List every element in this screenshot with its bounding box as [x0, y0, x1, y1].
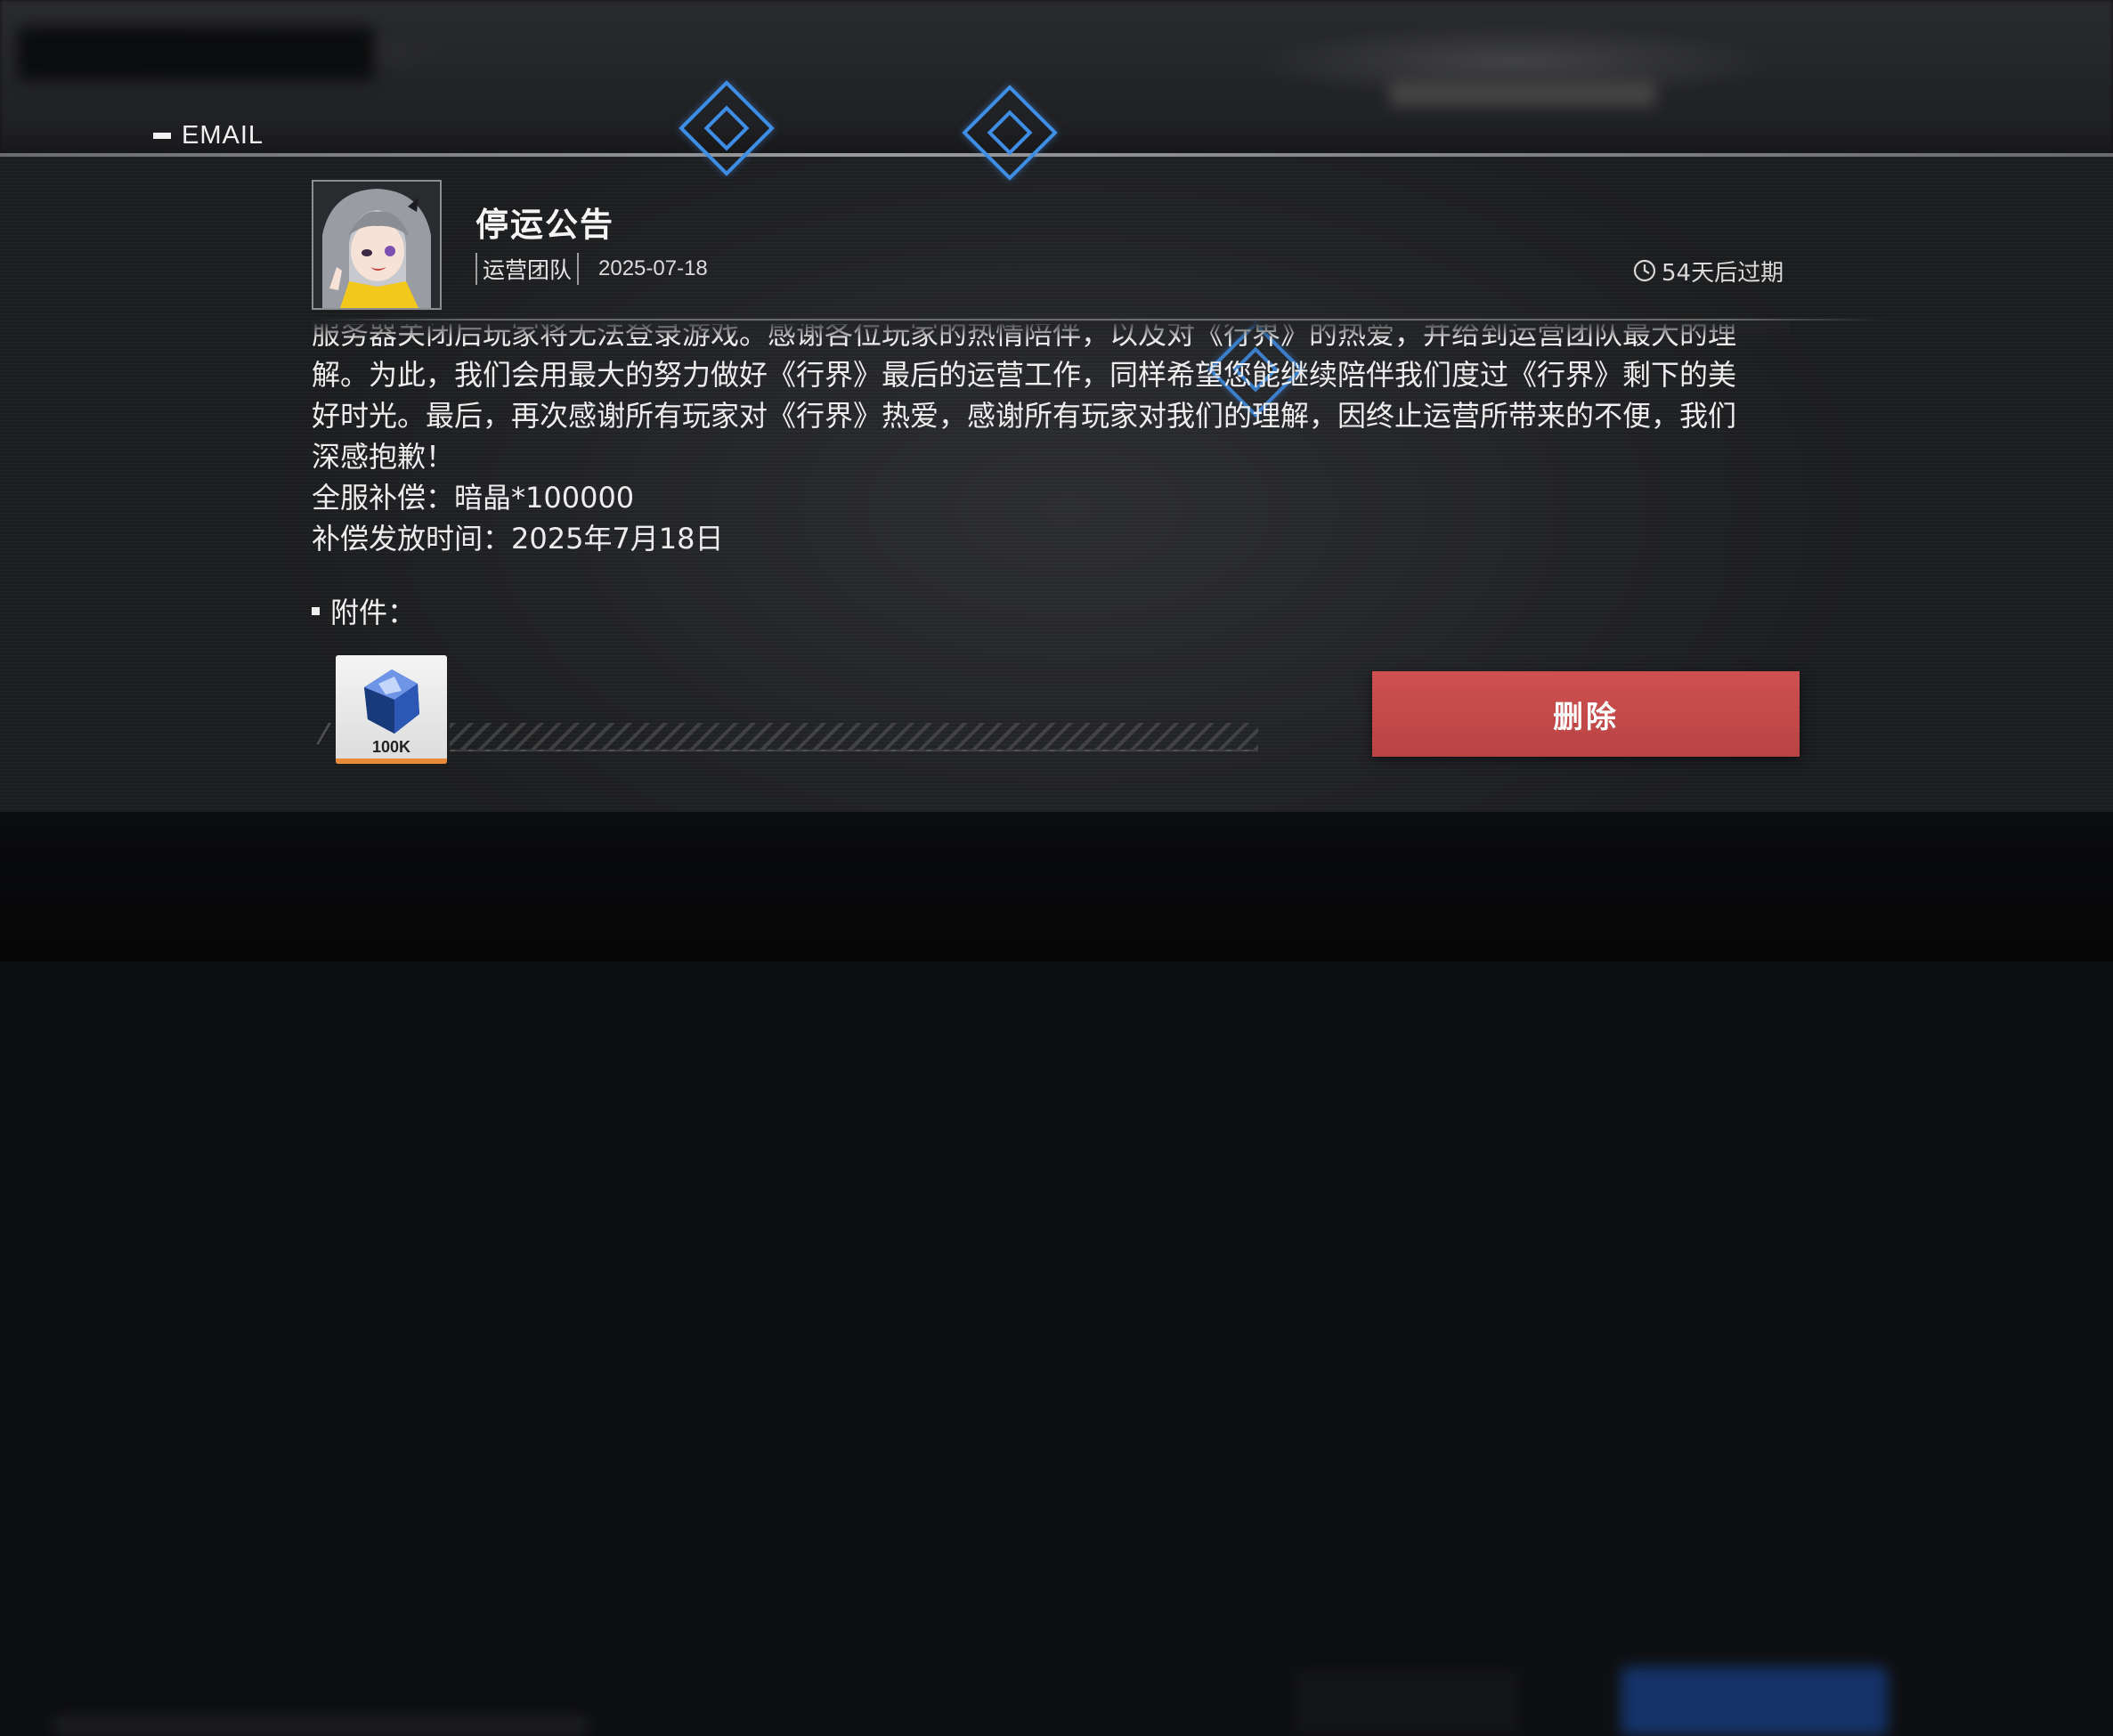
- mail-body[interactable]: 服务器关闭后玩家将无法登录游戏。感谢各位玩家的热情陪伴，以及对《行界》的热爱，并…: [312, 324, 1790, 568]
- attachments-label: 附件：: [330, 596, 417, 629]
- sender-badge: 运营团队: [475, 253, 580, 285]
- attachments-heading: 附件：: [312, 591, 416, 630]
- body-line: 好时光。最后，再次感谢所有玩家对《行界》热爱，感谢所有玩家对我们的理解，因终止运…: [312, 399, 1737, 433]
- item-quantity: 100K: [371, 738, 411, 756]
- mail-date: 2025-07-18: [598, 256, 708, 280]
- header-strip: [0, 125, 2113, 155]
- header-divider: [312, 319, 1888, 320]
- decorative-hatch-strip: [450, 723, 1258, 751]
- delete-button[interactable]: 删除: [1372, 671, 1800, 757]
- background-scene-bottom: [0, 812, 2113, 1736]
- title-dash-icon: [153, 132, 171, 139]
- section-title: EMAIL: [153, 118, 264, 153]
- expiry-indicator: 54天后过期: [1633, 253, 1784, 288]
- body-line: 解。为此，我们会用最大的努力做好《行界》最后的运营工作，同样希望您能继续陪伴我们…: [312, 358, 1737, 392]
- section-title-text: EMAIL: [182, 120, 264, 150]
- attachment-item[interactable]: 100K: [336, 655, 447, 764]
- clock-icon: [1633, 259, 1656, 282]
- body-scroll-fade: [312, 322, 1790, 340]
- item-rarity-bar: [336, 758, 447, 764]
- character-portrait-icon: [313, 182, 440, 308]
- bullet-square-icon: [312, 606, 320, 615]
- sender-avatar: [312, 180, 442, 310]
- mail-subject: 停运公告: [475, 206, 614, 244]
- expiry-text: 54天后过期: [1662, 259, 1784, 287]
- panel-top-border: [0, 153, 2113, 157]
- body-line: 补偿发放时间：2025年7月18日: [312, 522, 724, 556]
- dark-crystal-icon: [364, 669, 419, 734]
- body-line: 全服补偿：暗晶*100000: [312, 481, 635, 515]
- body-line: 深感抱歉！: [312, 440, 455, 474]
